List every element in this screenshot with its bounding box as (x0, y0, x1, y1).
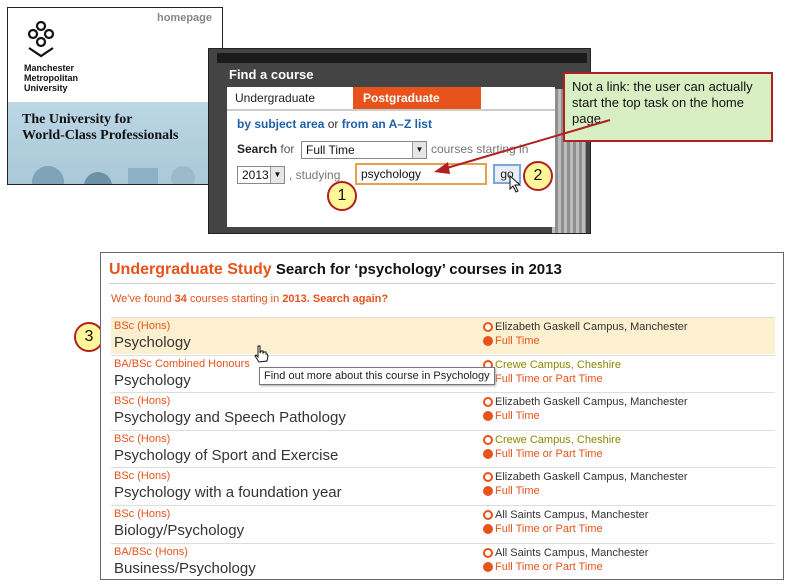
result-row[interactable]: BSc (Hons) Psychology and Speech Patholog… (111, 392, 775, 429)
degree-type: BSc (Hons) (114, 395, 171, 408)
hand-pointer-icon (254, 345, 269, 363)
campus-label: Elizabeth Gaskell Campus, Manchester (483, 471, 688, 483)
study-mode-label: Full Time (483, 410, 540, 422)
annotated-screenshot: homepage Manchester Metropolitan Univers… (0, 0, 788, 586)
degree-type: BA/BSc Combined Honours (114, 357, 250, 370)
arrow-circle-icon (483, 561, 493, 572)
course-name-link[interactable]: Psychology of Sport and Exercise (114, 447, 338, 464)
course-name-link[interactable]: Psychology and Speech Pathology (114, 409, 346, 426)
result-row[interactable]: BSc (Hons) Psychology with a foundation y… (111, 467, 775, 504)
course-name-link[interactable]: Psychology with a foundation year (114, 484, 342, 501)
homepage-tagline: The University for World-Class Professio… (22, 112, 179, 143)
campus-label: All Saints Campus, Manchester (483, 547, 648, 559)
homepage-thumbnail: homepage Manchester Metropolitan Univers… (7, 7, 223, 185)
banner-decoration (32, 166, 195, 184)
degree-type: BSc (Hons) (114, 508, 171, 520)
tab-undergraduate[interactable]: Undergraduate (227, 87, 353, 109)
university-crest-icon (24, 18, 58, 60)
course-name-link[interactable]: Psychology (114, 334, 191, 351)
search-results-page: Undergraduate Study Search for ‘psycholo… (100, 252, 784, 580)
degree-type: BSc (Hons) (114, 470, 171, 483)
study-mode-label: Full Time or Part Time (483, 561, 603, 573)
study-mode-select[interactable]: Full Time ▼ (301, 141, 427, 159)
course-name-link[interactable]: Psychology (114, 372, 191, 389)
campus-icon (483, 322, 493, 332)
result-row[interactable]: BSc (Hons) Psychology of Sport and Exerci… (111, 429, 775, 467)
arrow-circle-icon (483, 411, 493, 422)
course-name-link[interactable]: Biology/Psychology (114, 522, 244, 539)
campus-label: Crewe Campus, Cheshire (483, 359, 621, 371)
campus-label: Elizabeth Gaskell Campus, Manchester (483, 321, 688, 333)
study-mode-label: Full Time or Part Time (483, 373, 603, 385)
year-select[interactable]: 2013 ▼ (237, 166, 285, 184)
browse-links: by subject area or from an A–Z list (237, 117, 432, 131)
result-row[interactable]: BSc (Hons) Psychology Elizabeth Gaskell Ca… (111, 317, 775, 354)
course-name-link[interactable]: Business/Psychology (114, 560, 256, 577)
chevron-down-icon: ▼ (412, 142, 426, 158)
homepage-label: homepage (156, 12, 212, 24)
arrow-circle-icon (483, 336, 493, 346)
campus-icon (483, 547, 493, 558)
mouse-pointer-icon (509, 175, 522, 193)
find-course-widget: Find a course Undergraduate Postgraduate… (208, 48, 591, 234)
results-count: We've found 34 courses starting in 2013.… (111, 293, 389, 305)
campus-icon (483, 472, 493, 483)
arrow-circle-icon (483, 486, 493, 497)
result-row[interactable]: BA/BSc (Hons) Business/Psychology All Sain… (111, 542, 775, 580)
study-mode-label: Full Time or Part Time (483, 448, 603, 460)
study-mode-label: Full Time (483, 335, 540, 347)
degree-type: BSc (Hons) (114, 432, 171, 445)
campus-icon (483, 434, 493, 445)
search-row: Search for (237, 142, 295, 156)
degree-type: BA/BSc (Hons) (114, 545, 188, 558)
study-mode-label: Full Time or Part Time (483, 523, 603, 535)
find-course-title: Find a course (229, 67, 314, 82)
university-name: Manchester Metropolitan University (24, 63, 78, 93)
search-again-link[interactable]: . Search again? (307, 293, 388, 305)
arrow-circle-icon (483, 524, 493, 534)
campus-icon (483, 397, 493, 408)
degree-type: BSc (Hons) (114, 320, 171, 332)
course-tooltip: Find out more about this course in Psych… (259, 367, 495, 385)
tab-postgraduate[interactable]: Postgraduate (353, 87, 481, 109)
results-heading: Undergraduate Study Search for ‘psycholo… (109, 261, 562, 278)
find-course-panel: Undergraduate Postgraduate by subject ar… (227, 87, 555, 227)
step-badge-2: 2 (523, 161, 553, 191)
campus-icon (483, 510, 493, 520)
annotation-callout: Not a link: the user can actually start … (563, 72, 773, 142)
by-subject-link[interactable]: by subject area (237, 117, 324, 131)
result-row[interactable]: BSc (Hons) Biology/Psychology All Saints C… (111, 505, 775, 542)
study-mode-label: Full Time (483, 485, 540, 497)
a-z-list-link[interactable]: from an A–Z list (342, 117, 432, 131)
chevron-down-icon: ▼ (270, 167, 284, 183)
campus-label: All Saints Campus, Manchester (483, 509, 648, 521)
arrow-circle-icon (483, 448, 493, 459)
campus-label: Elizabeth Gaskell Campus, Manchester (483, 396, 688, 408)
step-badge-1: 1 (327, 181, 357, 211)
campus-label: Crewe Campus, Cheshire (483, 434, 621, 446)
subject-search-input[interactable]: psychology (355, 163, 487, 185)
